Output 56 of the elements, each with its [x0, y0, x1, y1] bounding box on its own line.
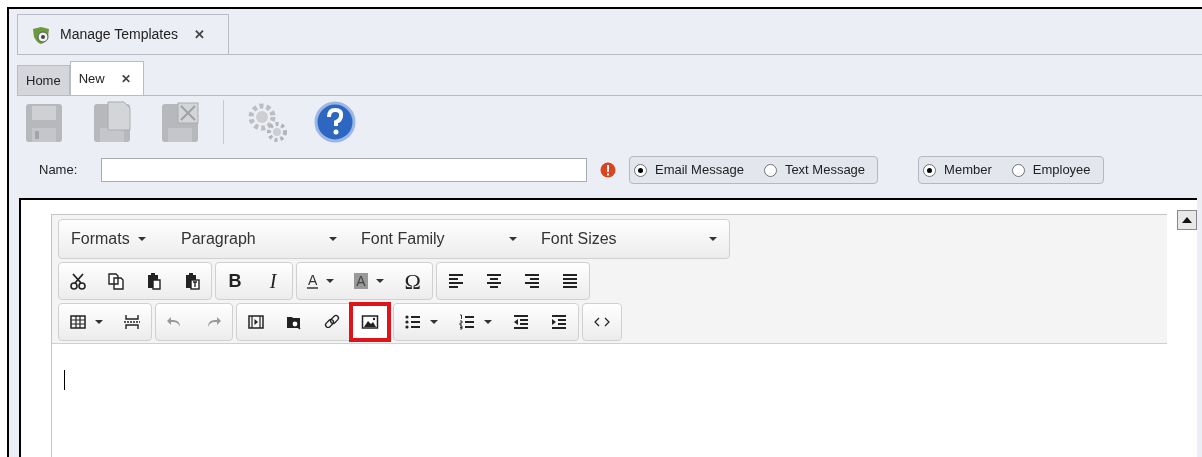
shield-icon — [30, 24, 52, 45]
dropdown-menu[interactable]: Formats — [59, 220, 169, 258]
tab[interactable]: Home — [17, 65, 70, 95]
justify-icon — [560, 272, 579, 290]
italic-button[interactable]: I — [254, 263, 292, 299]
help-icon — [313, 100, 357, 144]
dropdown-menu[interactable]: Font Sizes — [529, 220, 729, 258]
image-icon — [361, 313, 379, 331]
document-tab[interactable]: Manage Templates ✕ — [17, 14, 229, 54]
dropdown-menu[interactable]: Font Family — [349, 220, 529, 258]
caret-icon — [430, 320, 438, 324]
clipboard-text-icon — [183, 272, 201, 290]
page-break-icon — [123, 313, 141, 331]
text-cursor — [64, 370, 65, 390]
radio-button[interactable] — [923, 163, 937, 177]
indent-icon — [550, 313, 568, 331]
caret-icon — [484, 320, 492, 324]
copy-icon — [107, 272, 125, 290]
bullet-list-icon — [404, 313, 422, 331]
radio-option[interactable]: Email Message — [634, 160, 744, 180]
radio-button[interactable] — [1011, 163, 1025, 177]
radio-button[interactable] — [634, 163, 647, 177]
up-arrow-icon — [1182, 217, 1192, 223]
close-icon[interactable]: ✕ — [194, 24, 206, 45]
film-icon — [247, 313, 265, 331]
align-right-icon — [522, 272, 541, 290]
caret-icon — [375, 279, 384, 283]
outdent-icon — [512, 313, 530, 331]
tab[interactable]: New ✕ — [69, 61, 144, 95]
align-center-icon — [484, 272, 503, 290]
caret-icon — [709, 237, 717, 241]
link-icon — [323, 313, 341, 331]
caret-icon — [137, 237, 146, 241]
numbered-list-icon — [458, 313, 476, 331]
text-color-button[interactable]: A — [297, 263, 345, 299]
caret-icon — [329, 237, 337, 241]
bold-button[interactable]: B — [216, 263, 254, 299]
name-field[interactable] — [101, 158, 587, 182]
tab-title: Manage Templates — [60, 25, 179, 44]
caret-icon — [326, 279, 335, 283]
image-button[interactable] — [351, 304, 389, 340]
caret-icon — [95, 320, 103, 324]
special-character-button[interactable]: Ω — [393, 263, 432, 299]
name-label: Name: — [39, 161, 79, 180]
align-left-icon — [446, 272, 465, 290]
radio-button[interactable] — [763, 163, 777, 177]
scroll-up-button[interactable] — [1177, 210, 1197, 230]
radio-option[interactable]: Text Message — [763, 160, 866, 180]
dropdown-menu[interactable]: Paragraph — [169, 220, 349, 258]
radio-option[interactable]: Member — [923, 160, 992, 180]
caret-icon — [509, 237, 517, 241]
table-icon — [69, 313, 87, 331]
scissors-icon — [69, 272, 87, 290]
clipboard-icon — [145, 272, 163, 290]
radio-option[interactable]: Employee — [1011, 160, 1091, 180]
close-icon[interactable]: ✕ — [116, 69, 135, 88]
